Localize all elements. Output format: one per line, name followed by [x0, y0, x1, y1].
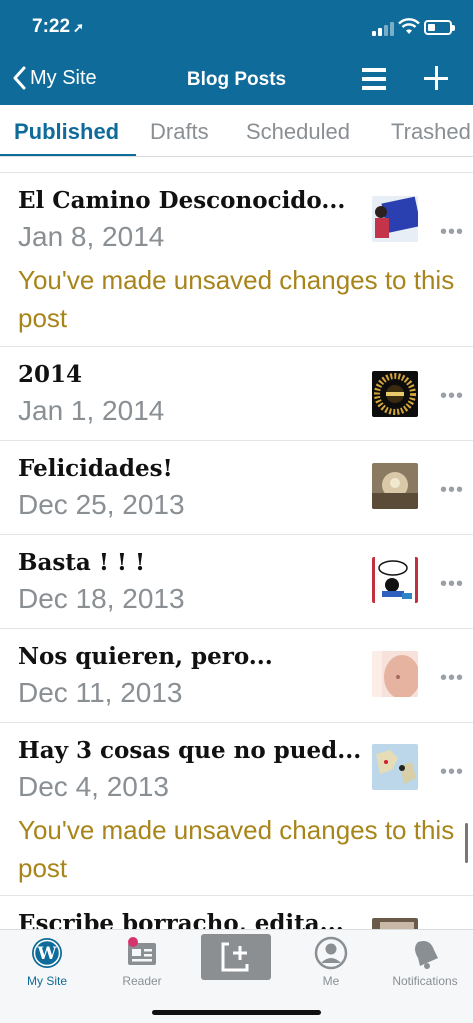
tab-scheduled[interactable]: Scheduled	[246, 119, 350, 145]
new-post-button[interactable]	[201, 934, 271, 980]
list-item[interactable]: Hay 3 cosas que no pued... Dec 4, 2013 Y…	[0, 723, 473, 896]
list-item[interactable]: Nos quieren, pero... Dec 11, 2013 •••	[0, 629, 473, 723]
chevron-left-icon	[13, 66, 26, 90]
list-item[interactable]: Escribe borracho, edita...	[0, 896, 473, 929]
post-thumbnail	[372, 463, 418, 509]
list-item-partial	[0, 157, 473, 173]
tab-drafts[interactable]: Drafts	[150, 119, 209, 145]
more-actions-button[interactable]: •••	[440, 667, 464, 690]
status-time: 7:22 ➚	[32, 16, 84, 38]
navigation-bar: My Site Blog Posts	[0, 56, 473, 105]
more-actions-button[interactable]: •••	[440, 385, 464, 408]
more-actions-button[interactable]: •••	[440, 573, 464, 596]
post-date: Jan 8, 2014	[18, 221, 165, 252]
post-thumbnail	[372, 744, 418, 790]
post-thumbnail	[372, 196, 418, 242]
profile-icon	[314, 936, 348, 970]
bell-icon	[408, 936, 442, 970]
bottom-tab-bar: W My Site Reader Me Notifications	[0, 929, 473, 1023]
list-item[interactable]: El Camino Desconocido... Jan 8, 2014 You…	[0, 173, 473, 347]
scroll-indicator[interactable]	[465, 823, 468, 863]
wifi-icon	[398, 18, 420, 36]
post-title: Hay 3 cosas que no pued...	[18, 737, 362, 764]
post-title: Nos quieren, pero...	[18, 643, 273, 670]
home-indicator	[152, 1010, 321, 1015]
post-date: Dec 18, 2013	[18, 583, 185, 614]
clock-text: 7:22	[32, 16, 71, 37]
post-title: Escribe borracho, edita...	[18, 910, 344, 929]
reader-icon	[125, 936, 159, 970]
more-actions-button[interactable]: •••	[440, 761, 464, 784]
battery-icon	[424, 20, 455, 35]
post-title: Basta ! ! !	[18, 549, 146, 576]
location-arrow-icon: ➚	[73, 20, 84, 35]
tab-label: Notifications	[392, 974, 458, 988]
list-item[interactable]: 2014 Jan 1, 2014 •••	[0, 347, 473, 441]
post-thumbnail	[372, 918, 418, 929]
list-menu-button[interactable]	[362, 68, 386, 90]
tab-notifications[interactable]: Notifications	[380, 936, 470, 988]
post-thumbnail	[372, 557, 418, 603]
tab-published[interactable]: Published	[14, 119, 119, 145]
top-bar: 7:22 ➚ My Site Blog Posts	[0, 0, 473, 105]
back-label: My Site	[30, 66, 97, 89]
list-item[interactable]: Basta ! ! ! Dec 18, 2013 •••	[0, 535, 473, 629]
tab-reader[interactable]: Reader	[97, 936, 187, 988]
more-actions-button[interactable]: •••	[440, 221, 464, 244]
post-thumbnail	[372, 651, 418, 697]
post-title: El Camino Desconocido...	[18, 187, 346, 214]
status-bar: 7:22 ➚	[0, 0, 473, 56]
post-date: Dec 25, 2013	[18, 489, 185, 520]
tab-me[interactable]: Me	[286, 936, 376, 988]
post-title: 2014	[18, 361, 83, 388]
back-button[interactable]: My Site	[12, 66, 97, 90]
tab-trashed[interactable]: Trashed	[391, 119, 471, 145]
post-date: Dec 11, 2013	[18, 677, 183, 708]
unread-badge	[128, 937, 138, 947]
more-actions-button[interactable]: •••	[440, 479, 464, 502]
post-date: Jan 1, 2014	[18, 395, 165, 426]
svg-text:W: W	[36, 944, 57, 964]
add-post-button[interactable]	[424, 66, 448, 90]
tab-label: My Site	[26, 974, 67, 988]
tab-label: Me	[322, 974, 340, 988]
write-post-icon	[221, 940, 251, 972]
cellular-signal-icon	[372, 22, 394, 36]
post-list[interactable]: El Camino Desconocido... Jan 8, 2014 You…	[0, 157, 473, 929]
list-item[interactable]: Felicidades! Dec 25, 2013 •••	[0, 441, 473, 535]
post-thumbnail	[372, 371, 418, 417]
post-date: Dec 4, 2013	[18, 771, 169, 802]
tab-label: Reader	[122, 974, 162, 988]
post-title: Felicidades!	[18, 455, 173, 482]
tab-my-site[interactable]: W My Site	[2, 936, 92, 988]
wordpress-icon: W	[30, 936, 64, 970]
post-status-tabs: Published Drafts Scheduled Trashed	[0, 105, 473, 157]
unsaved-changes-notice: You've made unsaved changes to this post	[18, 815, 455, 883]
unsaved-changes-notice: You've made unsaved changes to this post	[18, 265, 455, 333]
